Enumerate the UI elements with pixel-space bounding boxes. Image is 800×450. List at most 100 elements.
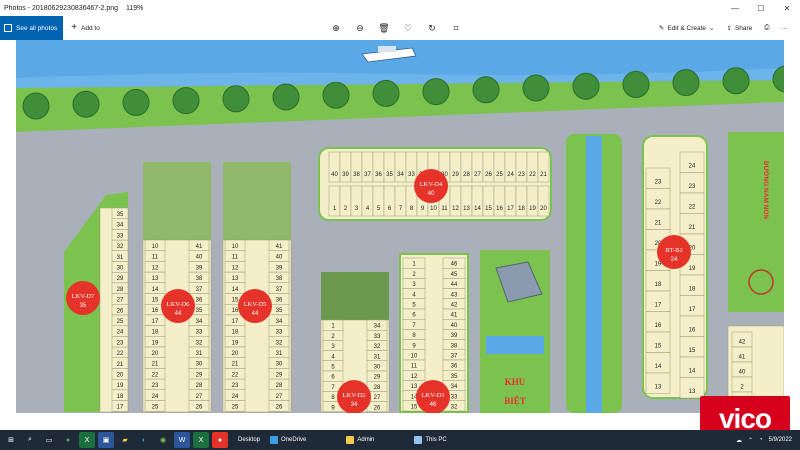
photos-app-icon[interactable]: ▣ [98, 432, 114, 448]
tree [322, 81, 350, 109]
delete-icon[interactable]: 🗑 [378, 22, 390, 34]
lot-plot [679, 377, 705, 399]
more-button[interactable]: ··· [782, 25, 789, 32]
lot-number: 19 [529, 206, 536, 212]
add-to-button[interactable]: + Add to [71, 23, 100, 33]
lot-number: 42 [739, 339, 746, 345]
lot-plot [679, 356, 705, 378]
admin-label: Admin [357, 437, 375, 443]
network-icon[interactable]: ◔ [759, 437, 763, 443]
lot-number: 27 [276, 394, 283, 400]
edit-create-button[interactable]: ✎ Edit & Create ⌄ [659, 24, 715, 33]
lot-number: 13 [411, 384, 418, 390]
lot-number: 28 [196, 383, 203, 389]
see-all-photos-button[interactable]: See all photos [0, 16, 64, 40]
lot-number: 44 [451, 282, 458, 288]
folder-icon[interactable]: ▰ [117, 432, 133, 448]
image-viewer[interactable]: 35 34 33 32 31 30 29 28 27 26 25 24 23 22 21 20 19 18 17 1… [16, 40, 784, 413]
maximize-button[interactable]: ☐ [748, 0, 774, 16]
lot-plot [645, 290, 671, 312]
crop-icon[interactable]: ⌗ [450, 22, 462, 34]
more-icon: ··· [781, 24, 789, 32]
clock[interactable]: 5/9/2022 [769, 437, 792, 444]
badge-d6: LKV-D6 44 [161, 289, 195, 323]
minimize-button[interactable]: — [722, 0, 748, 16]
taskbar-admin[interactable]: Admin [346, 436, 374, 444]
lot-number: 22 [689, 204, 696, 210]
block-d6: 10 11 12 13 14 15 16 17 18 19 20 21 22 23 24 25 41 40 39 38… [142, 162, 212, 413]
print-button[interactable]: ⎙ [764, 24, 769, 32]
lot-number: 40 [276, 255, 283, 261]
lot-number: 14 [655, 364, 662, 370]
badge-d4-count: 40 [428, 191, 435, 197]
lot-number: 32 [451, 404, 458, 410]
lot-number: 23 [117, 340, 124, 346]
lot-number: 33 [374, 334, 381, 340]
lot-number: 21 [232, 362, 239, 368]
tree [22, 92, 50, 120]
lot-number: 38 [276, 276, 283, 282]
lot-number: 33 [117, 233, 124, 239]
lot-number: 38 [196, 276, 203, 282]
lot-number: 21 [152, 362, 159, 368]
lot-number: 34 [117, 223, 124, 229]
lot-number: 29 [374, 375, 381, 381]
master-plan-map: 35 34 33 32 31 30 29 28 27 26 25 24 23 22 21 20 19 18 17 1… [16, 40, 784, 413]
share-icon: ⇪ [726, 25, 732, 32]
badge-d4-name: LKV-D4 [420, 181, 444, 188]
start-icon[interactable]: ⊞ [3, 432, 19, 448]
lot-number: 17 [689, 307, 696, 313]
lot-number: 15 [232, 298, 239, 304]
word-icon[interactable]: W [174, 432, 190, 448]
lot-number: 29 [452, 172, 459, 178]
task-view-icon[interactable]: ▭ [41, 432, 57, 448]
image-tools: ⊕ ⊖ 🗑 ♡ ↻ ⌗ [330, 16, 462, 40]
badge-d6-count: 44 [175, 311, 182, 317]
lot-plot [645, 188, 671, 210]
zoom-level: 119% [126, 4, 144, 12]
lot-number: 40 [451, 323, 458, 329]
lot-number: 46 [451, 262, 458, 268]
lot-number: 27 [474, 172, 481, 178]
see-all-photos-label: See all photos [16, 24, 58, 32]
lot-number: 24 [689, 163, 696, 169]
taskbar-thispc[interactable]: This PC [414, 436, 447, 444]
tree [172, 87, 200, 115]
app-icon[interactable]: ◉ [155, 432, 171, 448]
active-app-icon[interactable]: ● [212, 432, 228, 448]
rotate-icon[interactable]: ↻ [426, 22, 438, 34]
lot-number: 41 [451, 313, 458, 319]
lot-plot [645, 372, 671, 394]
lot-number: 36 [276, 298, 283, 304]
lot-number: 32 [276, 340, 283, 346]
lot-number: 40 [331, 172, 338, 178]
window-title: Photos - 20180629230836467-2.png 119% [0, 5, 722, 12]
edge-icon[interactable]: ◐ [136, 432, 152, 448]
lot-number: 21 [540, 172, 547, 178]
lot-number: 10 [411, 353, 418, 359]
search-icon[interactable]: ⌕ [22, 432, 38, 448]
lot-number: 10 [152, 244, 159, 250]
chevron-up-icon[interactable]: ⌃ [748, 437, 753, 444]
lot-number: 41 [276, 244, 283, 250]
badge-d5-name: LKV-D5 [244, 301, 267, 308]
lot-number: 33 [196, 330, 203, 336]
taskbar-desktop[interactable]: Desktop [238, 437, 260, 443]
zoom-out-icon[interactable]: ⊖ [354, 22, 366, 34]
share-button[interactable]: ⇪ Share [726, 24, 752, 33]
favorite-icon[interactable]: ♡ [402, 22, 414, 34]
excel-icon-2[interactable]: X [193, 432, 209, 448]
close-button[interactable]: ✕ [774, 0, 800, 16]
east-park: 42414023 [727, 132, 784, 413]
lot-number: 22 [152, 372, 159, 378]
chrome-icon[interactable]: ● [60, 432, 76, 448]
excel-icon[interactable]: X [79, 432, 95, 448]
lot-number: 35 [451, 374, 458, 380]
lot-number: 35 [386, 172, 393, 178]
zoom-in-icon[interactable]: ⊕ [330, 22, 342, 34]
lot-number: 23 [152, 383, 159, 389]
lot-number: 27 [374, 395, 381, 401]
taskbar-onedrive[interactable]: OneDrive [270, 436, 306, 444]
weather-icon[interactable]: ☁ [736, 437, 742, 444]
lot-number: 25 [232, 405, 239, 411]
